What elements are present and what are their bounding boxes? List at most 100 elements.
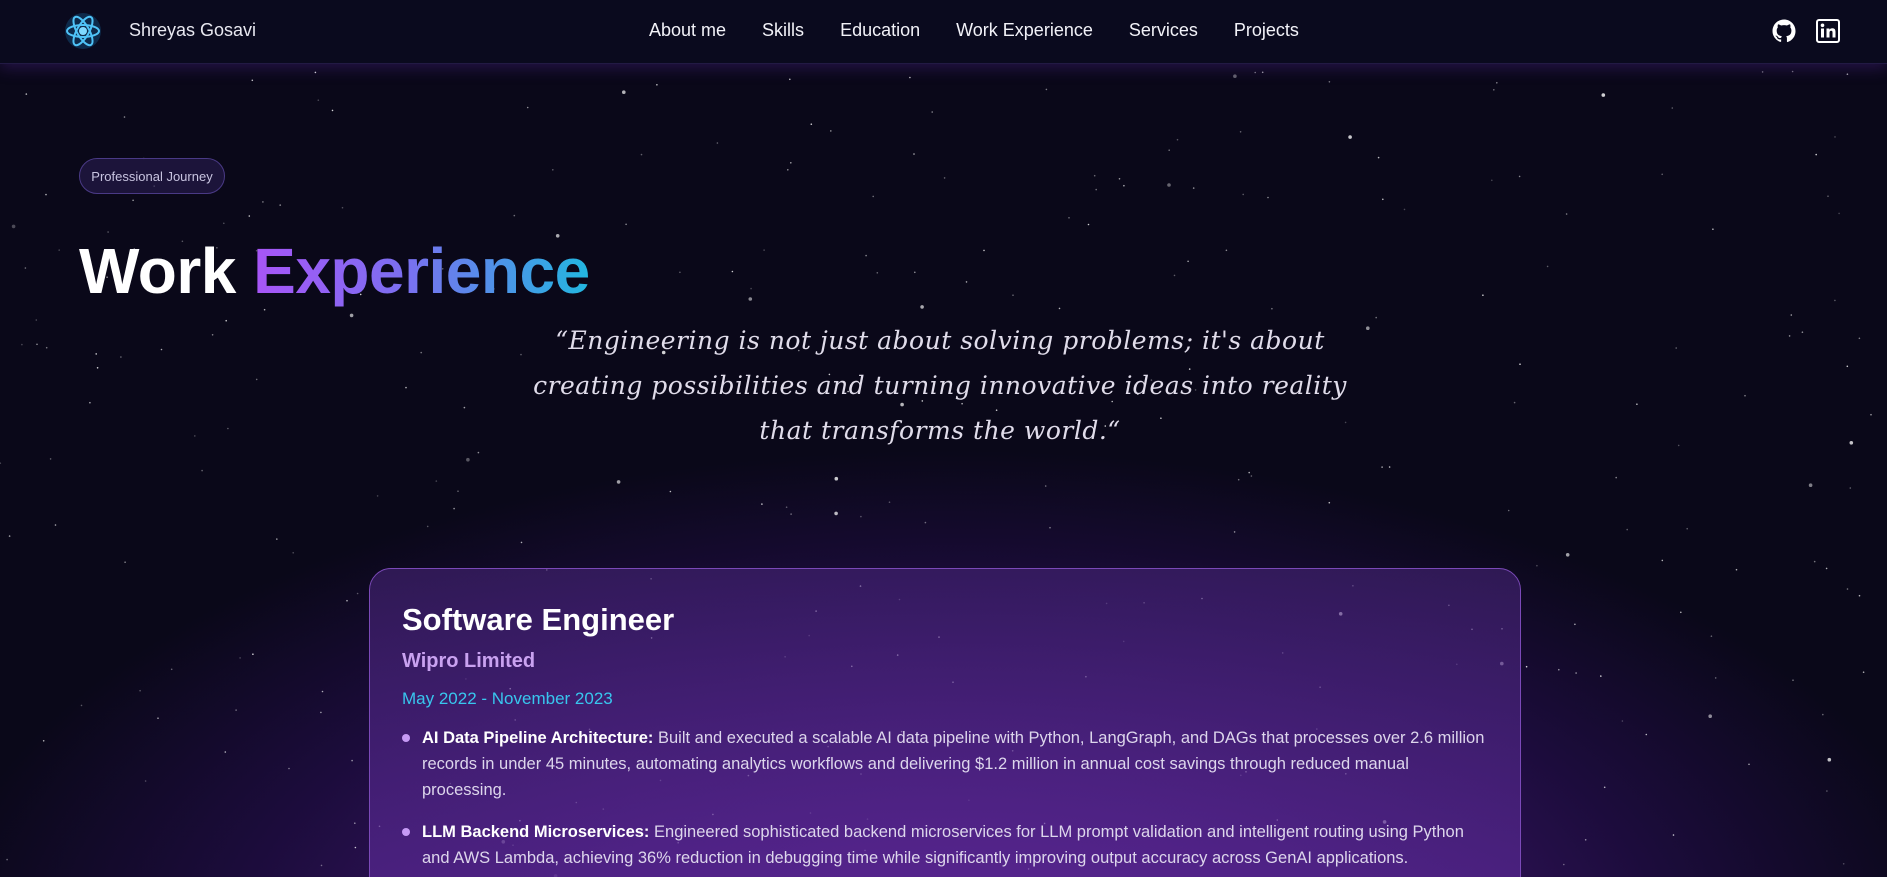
github-icon[interactable]	[1772, 19, 1796, 43]
star	[477, 451, 480, 454]
nav-link-work-experience[interactable]: Work Experience	[956, 20, 1093, 41]
nav-link-education[interactable]: Education	[840, 20, 920, 41]
star	[58, 249, 60, 251]
star	[1328, 501, 1331, 504]
star	[909, 76, 911, 79]
company-name: Wipro Limited	[402, 650, 536, 672]
star	[1834, 136, 1836, 138]
star	[1239, 131, 1242, 133]
star	[45, 193, 47, 196]
brand-name[interactable]: Shreyas Gosavi	[129, 20, 256, 41]
atom-logo-icon[interactable]	[63, 11, 103, 51]
nav-link-skills[interactable]: Skills	[762, 20, 804, 41]
star	[1671, 107, 1674, 109]
star	[96, 367, 99, 369]
star	[354, 846, 357, 849]
star	[731, 270, 734, 273]
star	[211, 334, 214, 336]
star	[785, 506, 788, 509]
star	[943, 177, 946, 179]
star	[1858, 337, 1861, 340]
star	[810, 123, 813, 125]
star	[1261, 71, 1264, 74]
achievement-heading: AI Data Pipeline Architecture:	[422, 729, 654, 747]
star	[872, 195, 874, 198]
star	[1827, 195, 1829, 197]
star	[1813, 560, 1816, 563]
star	[1615, 476, 1617, 479]
star	[1815, 153, 1817, 156]
star	[1791, 70, 1794, 73]
star	[1574, 623, 1576, 626]
star	[1686, 527, 1688, 530]
star	[1712, 228, 1714, 230]
nav-link-projects[interactable]: Projects	[1234, 20, 1299, 41]
star	[1187, 260, 1189, 263]
star	[157, 717, 159, 719]
star	[1708, 714, 1712, 718]
star	[1710, 635, 1713, 637]
star	[1248, 471, 1250, 474]
achievement-item: AI Data Pipeline Architecture: Built and…	[402, 725, 1488, 803]
star	[888, 501, 891, 504]
star	[1675, 347, 1677, 349]
star	[914, 271, 916, 274]
star	[1507, 509, 1510, 512]
star	[931, 111, 933, 113]
star	[1482, 294, 1484, 297]
star	[1761, 71, 1764, 73]
achievement-item: LLM Backend Microservices: Engineered so…	[402, 819, 1488, 871]
star	[1790, 314, 1793, 316]
star	[25, 93, 28, 95]
star	[1192, 187, 1195, 189]
star	[239, 657, 241, 659]
star	[1058, 307, 1061, 310]
star	[1546, 265, 1549, 268]
star	[1822, 713, 1824, 716]
star	[860, 515, 862, 518]
star	[1496, 82, 1498, 84]
quote-text: “Engineering is not just about solving p…	[533, 326, 1347, 445]
star	[1375, 316, 1377, 319]
star	[54, 524, 57, 526]
star	[314, 71, 317, 74]
star	[834, 511, 838, 516]
star	[1626, 528, 1628, 531]
star	[1377, 156, 1380, 159]
star	[1513, 401, 1516, 404]
star	[1565, 213, 1568, 215]
star	[983, 249, 985, 252]
star	[520, 541, 523, 544]
star	[1519, 363, 1521, 366]
achievement-list: AI Data Pipeline Architecture: Built and…	[402, 725, 1488, 871]
star	[463, 406, 466, 409]
star	[225, 319, 227, 322]
star	[376, 495, 379, 497]
star	[1826, 790, 1828, 792]
star	[201, 469, 203, 472]
job-title: Software Engineer	[402, 602, 675, 637]
star	[1173, 274, 1176, 277]
star	[1744, 394, 1746, 397]
star	[1348, 135, 1352, 139]
nav-link-about[interactable]: About me	[649, 20, 726, 41]
star	[170, 668, 173, 671]
nav-links: About me Skills Education Work Experienc…	[649, 20, 1335, 41]
star	[1621, 720, 1624, 722]
linkedin-icon[interactable]	[1816, 19, 1840, 43]
star	[1601, 93, 1606, 97]
star	[1870, 413, 1872, 416]
star	[224, 751, 227, 753]
star	[790, 162, 792, 164]
page-title: Work Experience	[79, 232, 590, 310]
star	[1167, 183, 1171, 187]
nav-link-services[interactable]: Services	[1129, 20, 1198, 41]
star	[1846, 365, 1849, 368]
star	[763, 249, 765, 251]
experience-card: Software Engineer Wipro Limited May 2022…	[369, 568, 1521, 877]
star	[426, 525, 429, 528]
star	[1825, 567, 1828, 570]
star	[1044, 485, 1047, 487]
star	[1095, 188, 1097, 191]
star	[1012, 294, 1014, 297]
